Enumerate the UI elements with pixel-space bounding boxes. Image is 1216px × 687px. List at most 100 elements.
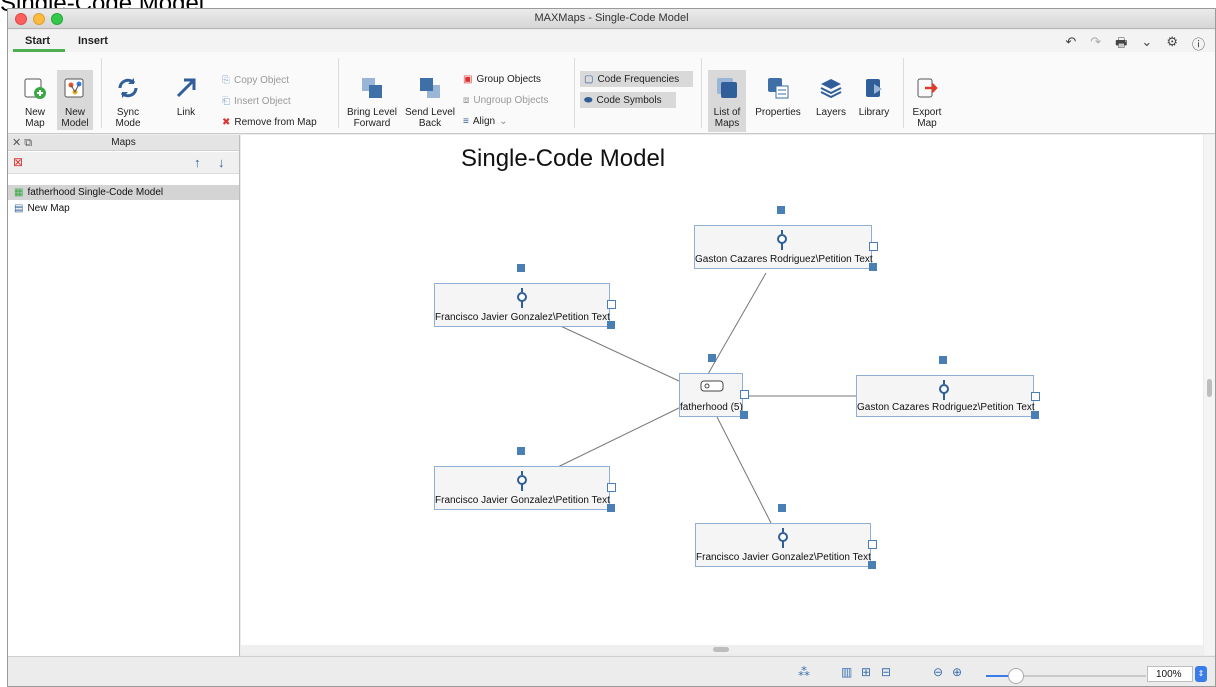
window-title: MAXMaps - Single-Code Model <box>534 12 689 24</box>
pin-icon <box>517 288 527 308</box>
align-button[interactable]: ≡ Align ⌄ <box>463 113 507 129</box>
export-map-button[interactable]: Export Map <box>908 76 946 129</box>
center-node-label: fatherhood (5) <box>680 402 743 413</box>
pin-icon <box>517 471 527 491</box>
maps-sidebar: ✕ ⧉ Maps ⊠ ↑ ↓ ▦ fatherhood Single-Code … <box>8 135 240 686</box>
properties-button[interactable]: Properties <box>752 76 804 118</box>
connection-handle[interactable] <box>517 264 525 272</box>
fit-width-icon[interactable]: ⊟ <box>881 665 891 679</box>
sidebar-header: ✕ ⧉ Maps <box>8 135 239 151</box>
connection-handle[interactable] <box>517 447 525 455</box>
pin-icon <box>778 528 788 548</box>
list-of-maps-button[interactable]: List of Maps <box>708 70 746 132</box>
fit-page-icon[interactable]: ⊞ <box>861 665 871 679</box>
library-icon <box>866 79 882 97</box>
code-frequencies-button[interactable]: ▢ Code Frequencies <box>580 71 693 87</box>
arrow-down-icon[interactable]: ↓ <box>218 155 225 170</box>
pin-icon <box>777 230 787 250</box>
resize-handle[interactable] <box>740 411 748 419</box>
document-node[interactable]: Francisco Javier Gonzalez\Petition Text <box>434 264 616 329</box>
send-level-back-label: Send Level Back <box>404 107 456 129</box>
new-map-button[interactable]: New Map <box>18 76 52 129</box>
bring-forward-icon <box>362 78 382 98</box>
export-map-label: Export Map <box>912 107 942 129</box>
ungroup-objects-button[interactable]: ⧈ Ungroup Objects <box>463 92 548 108</box>
insert-object-button[interactable]: ⎗ Insert Object <box>222 93 291 109</box>
zoom-level-field[interactable]: 100% <box>1147 666 1193 682</box>
resize-handle[interactable] <box>607 504 615 512</box>
connector-line <box>714 412 772 524</box>
resize-handle[interactable] <box>868 561 876 569</box>
library-button[interactable]: Library <box>855 76 893 118</box>
properties-icon <box>768 78 789 99</box>
pin-icon <box>939 380 949 400</box>
sync-icon <box>118 78 138 98</box>
copy-object-button[interactable]: ⎘ Copy Object <box>222 72 289 88</box>
connection-handle[interactable] <box>868 540 877 549</box>
code-symbols-icon: ⬬ <box>584 94 593 106</box>
zoom-slider-knob[interactable] <box>1008 668 1024 684</box>
node-label: Gaston Cazares Rodriguez\Petition Text <box>857 402 1035 413</box>
sync-mode-button[interactable]: Sync Mode <box>109 76 147 129</box>
map-canvas-area: Single-Code Model Gaston Cazares Rodrigu… <box>241 135 1203 654</box>
document-node[interactable]: Francisco Javier Gonzalez\Petition Text <box>695 504 877 569</box>
connection-handle[interactable] <box>777 206 785 214</box>
resize-handle[interactable] <box>607 321 615 329</box>
vertical-scroll-thumb[interactable] <box>1207 379 1212 397</box>
document-node[interactable]: Gaston Cazares Rodriguez\Petition Text <box>856 356 1040 419</box>
insert-object-label: Insert Object <box>234 95 291 107</box>
code-node[interactable]: fatherhood (5) <box>679 354 749 419</box>
new-map-icon <box>24 78 46 99</box>
group-objects-button[interactable]: ▣ Group Objects <box>463 71 541 87</box>
map-canvas[interactable]: Single-Code Model Gaston Cazares Rodrigu… <box>241 135 1203 645</box>
document-node[interactable]: Francisco Javier Gonzalez\Petition Text <box>434 447 616 512</box>
resize-handle[interactable] <box>869 263 877 271</box>
document-node[interactable]: Gaston Cazares Rodriguez\Petition Text <box>694 206 878 271</box>
link-button[interactable]: Link <box>171 76 201 118</box>
remove-icon: ✖ <box>222 116 231 128</box>
connection-handle[interactable] <box>778 504 786 512</box>
sidebar-item-new-map[interactable]: ▤ New Map <box>8 201 239 216</box>
ribbon-separator <box>903 58 904 128</box>
remove-from-map-label: Remove from Map <box>234 116 317 128</box>
list-of-maps-label: List of Maps <box>713 107 741 129</box>
insert-icon: ⎗ <box>222 95 230 107</box>
connection-handle[interactable] <box>708 354 716 362</box>
sidebar-title: Maps <box>111 137 136 148</box>
tab-insert[interactable]: Insert <box>78 35 108 47</box>
zoom-stepper[interactable]: ⇕ <box>1195 666 1207 682</box>
zoom-100-icon[interactable]: ▥ <box>841 665 852 679</box>
group-objects-label: Group Objects <box>476 73 541 85</box>
zoom-in-icon[interactable]: ⊕ <box>952 665 962 679</box>
magic-wand-icon[interactable]: ⁂ <box>798 665 810 679</box>
zoom-out-icon[interactable]: ⊖ <box>933 665 943 679</box>
delete-map-icon[interactable]: ⊠ <box>13 155 23 169</box>
sidebar-item-fatherhood-model[interactable]: ▦ fatherhood Single-Code Model <box>8 185 239 200</box>
sidebar-toolbar: ⊠ ↑ ↓ <box>8 152 239 174</box>
connection-handle[interactable] <box>1031 392 1040 401</box>
arrow-link-icon <box>176 78 196 98</box>
connection-handle[interactable] <box>607 483 616 492</box>
horizontal-scroll-thumb[interactable] <box>713 647 729 652</box>
new-model-button[interactable]: New Model <box>57 70 93 130</box>
connector-line <box>553 322 680 382</box>
resize-handle[interactable] <box>1031 411 1039 419</box>
layers-button[interactable]: Layers <box>812 76 850 118</box>
align-label: Align <box>472 115 496 127</box>
connection-handle[interactable] <box>607 300 616 309</box>
connection-handle[interactable] <box>939 356 947 364</box>
bring-level-forward-button[interactable]: Bring Level Forward <box>344 76 400 129</box>
send-level-back-button[interactable]: Send Level Back <box>404 76 456 129</box>
code-symbols-button[interactable]: ⬬ Code Symbols <box>580 92 676 108</box>
vertical-scrollbar[interactable] <box>1204 135 1215 655</box>
tab-start[interactable]: Start <box>25 35 50 47</box>
connection-handle[interactable] <box>869 242 878 251</box>
connection-handle[interactable] <box>740 390 749 399</box>
ribbon-separator <box>701 58 702 128</box>
new-model-label: New Model <box>61 107 89 129</box>
code-symbols-label: Code Symbols <box>596 94 662 106</box>
ribbon: New Map New Model Sync Mode Link ⎘ Copy … <box>8 52 1215 134</box>
layers-icon <box>820 79 842 99</box>
remove-from-map-button[interactable]: ✖ Remove from Map <box>222 114 317 130</box>
arrow-up-icon[interactable]: ↑ <box>194 155 201 170</box>
